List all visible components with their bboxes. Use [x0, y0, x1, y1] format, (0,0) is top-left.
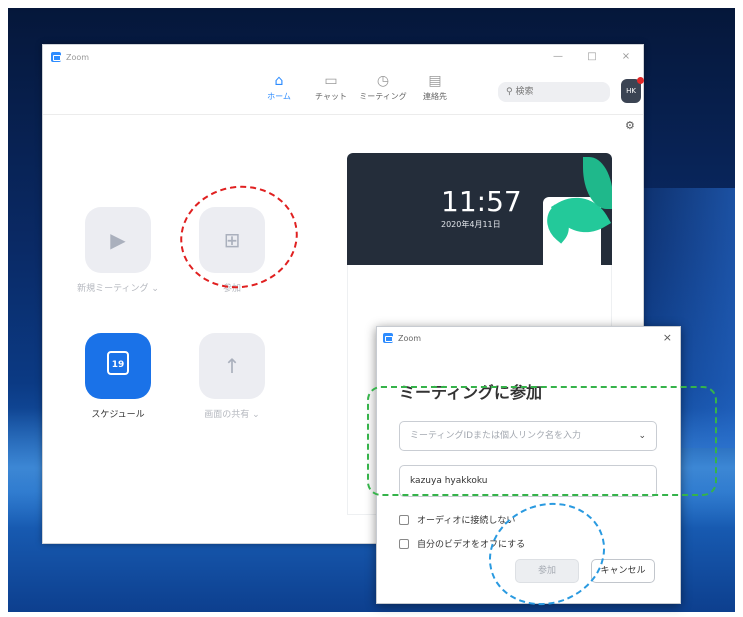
tab-meetings[interactable]: ◷ ミーティング — [357, 71, 409, 102]
video-camera-icon: ▶ — [110, 228, 126, 252]
schedule-label: スケジュール — [91, 410, 145, 420]
notification-dot — [637, 77, 644, 84]
dialog-titlebar: Zoom × — [377, 327, 680, 349]
minimize-button[interactable]: — — [541, 45, 575, 69]
search-input[interactable]: ⚲ 検索 — [498, 82, 610, 102]
green-highlight-box — [367, 386, 717, 496]
no-audio-label: オーディオに接続しない — [417, 516, 516, 526]
no-audio-option[interactable]: オーディオに接続しない — [399, 513, 515, 526]
main-nav: ⌂ ホーム ▭ チャット ◷ ミーティング ▤ 連絡先 — [253, 71, 461, 102]
avatar-initials: HK — [626, 87, 636, 95]
share-screen-label: 画面の共有 ⌄ — [204, 410, 260, 420]
schedule-button[interactable]: 19 — [85, 333, 151, 399]
contacts-icon: ▤ — [428, 73, 442, 89]
zoom-app-icon — [383, 333, 393, 343]
tab-home-label: ホーム — [267, 92, 291, 101]
new-meeting-button[interactable]: ▶ — [85, 207, 151, 273]
close-icon[interactable]: × — [663, 331, 672, 344]
tab-meetings-label: ミーティング — [359, 92, 407, 101]
tab-chat[interactable]: ▭ チャット — [305, 71, 357, 102]
clock-card: 11:57 2020年4月11日 — [347, 153, 612, 265]
tab-contacts-label: 連絡先 — [423, 92, 447, 101]
dialog-title: Zoom — [398, 333, 422, 343]
gear-icon[interactable]: ⚙ — [625, 119, 635, 132]
maximize-button[interactable]: □ — [575, 45, 609, 69]
close-button[interactable]: × — [609, 45, 643, 69]
new-meeting-label: 新規ミーティング ⌄ — [77, 284, 159, 294]
search-icon: ⚲ — [506, 87, 513, 97]
home-icon: ⌂ — [274, 73, 284, 89]
avatar[interactable]: HK — [621, 77, 644, 103]
window-controls: — □ × — [541, 45, 643, 69]
upload-arrow-icon: ↑ — [223, 354, 241, 378]
clock-date: 2020年4月11日 — [441, 220, 501, 229]
share-screen-button[interactable]: ↑ — [199, 333, 265, 399]
clock-time: 11:57 — [441, 185, 522, 218]
chat-icon: ▭ — [324, 73, 338, 89]
no-audio-checkbox[interactable] — [399, 514, 409, 525]
zoom-app-icon — [51, 52, 61, 62]
video-off-checkbox[interactable] — [399, 538, 409, 549]
top-toolbar: ⌂ ホーム ▭ チャット ◷ ミーティング ▤ 連絡先 ⚲ 検索 HK — [43, 69, 644, 115]
clock-icon: ◷ — [376, 73, 390, 89]
search-label: 検索 — [515, 87, 534, 97]
tab-chat-label: チャット — [315, 92, 347, 101]
tab-contacts[interactable]: ▤ 連絡先 — [409, 71, 461, 102]
calendar-icon: 19 — [107, 351, 129, 375]
tab-home[interactable]: ⌂ ホーム — [253, 71, 305, 102]
window-titlebar: Zoom — □ × — [43, 45, 643, 69]
window-title: Zoom — [66, 52, 90, 62]
